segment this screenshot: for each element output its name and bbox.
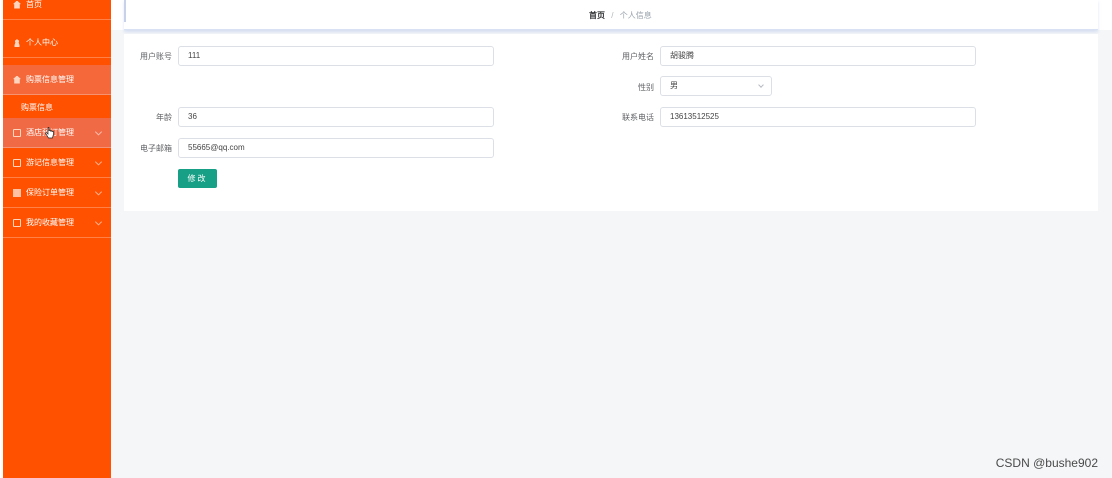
breadcrumb-home[interactable]: 首页 [589, 11, 605, 20]
name-label: 用户姓名 [622, 52, 654, 61]
sidebar-item-label: 我的收藏管理 [26, 218, 74, 227]
account-label: 用户账号 [140, 52, 172, 61]
submenu-item-label: 购票信息 [21, 102, 53, 112]
age-input[interactable]: 36 [178, 107, 494, 127]
favorite-icon [13, 218, 21, 227]
watermark: CSDN @bushe902 [995, 456, 1098, 470]
hotel-icon [13, 128, 21, 137]
account-input[interactable]: 111 [178, 46, 494, 66]
email-label: 电子邮箱 [140, 144, 172, 153]
profile-form: 用户账号 111 用户姓名 胡骏腾 性别 男 年龄 36 联系电话 136135… [124, 34, 1098, 211]
ticket-icon [13, 75, 21, 84]
user-icon [13, 38, 21, 47]
sidebar-item-label: 游记信息管理 [26, 158, 74, 167]
sidebar-item-hotel-management[interactable]: 酒店预订管理 [3, 118, 111, 148]
gender-label: 性别 [638, 83, 654, 92]
gender-select[interactable]: 男 [660, 76, 772, 96]
sidebar-item-label: 个人中心 [26, 38, 58, 47]
edit-submit-button[interactable]: 修改 [178, 169, 217, 188]
sidebar-item-insurance[interactable]: 保险订单管理 [3, 178, 111, 208]
header-divider [124, 0, 126, 22]
sidebar-item-travel-notes[interactable]: 游记信息管理 [3, 148, 111, 178]
breadcrumb: 首页 / 个人信息 [589, 10, 652, 21]
sidebar: 首页 个人中心 购票信息管理 购票信息 酒店预订管理 游记信息管理 保险订单管理 [3, 0, 111, 478]
chevron-down-icon [94, 187, 103, 196]
breadcrumb-separator: / [611, 11, 614, 20]
sidebar-item-profile[interactable]: 个人中心 [3, 28, 111, 58]
hand-cursor-icon [45, 127, 54, 139]
home-icon [13, 0, 21, 9]
sidebar-item-ticket-management[interactable]: 购票信息管理 [3, 65, 111, 95]
chevron-down-icon [94, 217, 103, 226]
sidebar-item-label: 购票信息管理 [26, 75, 74, 84]
sidebar-item-favorites[interactable]: 我的收藏管理 [3, 208, 111, 238]
top-header: 首页 / 个人信息 [124, 0, 1098, 30]
sidebar-item-label: 首页 [26, 0, 42, 9]
submenu-item-ticket-info[interactable]: 购票信息 [3, 97, 111, 117]
insurance-icon [13, 188, 21, 197]
gender-select-value: 男 [670, 81, 678, 90]
name-input[interactable]: 胡骏腾 [660, 46, 976, 66]
chevron-down-icon [94, 157, 103, 166]
chevron-down-icon [94, 127, 103, 136]
breadcrumb-current: 个人信息 [619, 11, 652, 20]
sidebar-item-label: 保险订单管理 [26, 188, 74, 197]
phone-label: 联系电话 [622, 113, 654, 122]
email-input[interactable]: 55665@qq.com [178, 138, 494, 158]
note-icon [13, 158, 21, 167]
age-label: 年龄 [156, 113, 172, 122]
app-root: 首页 个人中心 购票信息管理 购票信息 酒店预订管理 游记信息管理 保险订单管理 [0, 0, 1112, 478]
chevron-down-icon [758, 82, 764, 88]
sidebar-item-home[interactable]: 首页 [3, 0, 111, 20]
phone-input[interactable]: 13613512525 [660, 107, 976, 127]
